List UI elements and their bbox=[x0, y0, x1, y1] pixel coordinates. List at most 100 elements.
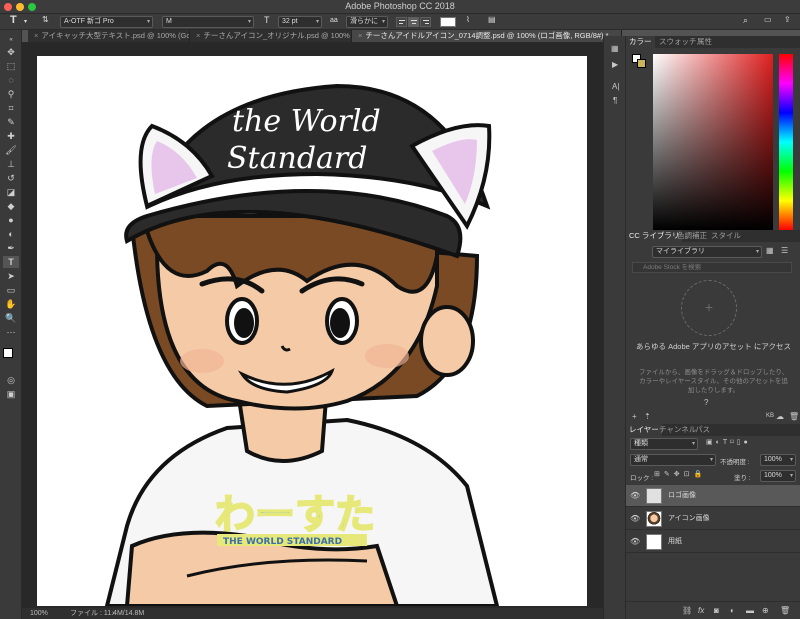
sync-icon[interactable]: ☁ bbox=[776, 412, 784, 421]
share-icon[interactable]: ⇪ bbox=[784, 15, 791, 24]
title-bar: Adobe Photoshop CC 2018 bbox=[0, 0, 800, 14]
tab-color[interactable]: カラー bbox=[626, 36, 655, 48]
layer-row[interactable]: 👁 アイコン画像 bbox=[626, 508, 800, 530]
delete-icon[interactable]: 🗑 bbox=[789, 412, 799, 421]
right-panels: カラー スウォッチ 属性 CC ライブラリ 色調補正 スタイル マイライブラリ ▾… bbox=[625, 36, 800, 619]
help-icon[interactable]: ? bbox=[704, 398, 708, 407]
document-tab[interactable]: × チーさんアイコン_オリジナル.psd @ 100% (... bbox=[190, 30, 352, 42]
character-panel-icon[interactable]: ▤ bbox=[488, 15, 496, 24]
magic-wand-tool-icon[interactable]: ⚲ bbox=[3, 88, 19, 100]
adobe-stock-search-input[interactable]: Adobe Stock を検索 bbox=[632, 262, 792, 273]
layer-row[interactable]: 👁 用紙 bbox=[626, 531, 800, 553]
type-tool-preset[interactable]: T bbox=[10, 14, 17, 26]
workspace-icon[interactable]: ▭ bbox=[764, 15, 772, 24]
eraser-tool-icon[interactable]: ◪ bbox=[3, 186, 19, 198]
opacity-field[interactable]: 100% ▾ bbox=[760, 454, 796, 466]
zoom-level[interactable]: 100% bbox=[30, 608, 48, 619]
more-tools-icon[interactable]: ⋯ bbox=[3, 326, 19, 338]
tab-adjustments[interactable]: 色調補正 bbox=[674, 230, 710, 242]
delete-layer-icon[interactable]: 🗑 bbox=[780, 606, 790, 615]
dodge-tool-icon[interactable]: ◐ bbox=[3, 228, 19, 240]
pen-tool-icon[interactable]: ✒ bbox=[3, 242, 19, 254]
layer-filter-icons[interactable]: ▣◐T⌑▯● bbox=[706, 438, 751, 446]
marquee-tool-icon[interactable]: ⬚ bbox=[3, 60, 19, 72]
layers-panel-header: レイヤー チャンネル パス bbox=[626, 424, 800, 436]
text-color-swatch[interactable] bbox=[440, 17, 456, 27]
library-select[interactable]: マイライブラリ ▾ bbox=[652, 246, 762, 258]
fill-label: 塗り : bbox=[734, 475, 751, 482]
history-brush-tool-icon[interactable]: ↺ bbox=[3, 172, 19, 184]
grid-view-icon[interactable]: ▦ bbox=[766, 246, 774, 255]
link-layers-icon[interactable]: ⛓ bbox=[682, 606, 692, 615]
close-tab-icon[interactable]: × bbox=[34, 31, 38, 40]
hand-tool-icon[interactable]: ✋ bbox=[3, 298, 19, 310]
actions-play-icon[interactable]: ▶ bbox=[612, 60, 618, 69]
brush-tool-icon[interactable]: 🖌 bbox=[3, 144, 19, 156]
lock-label: ロック : bbox=[630, 475, 654, 482]
move-tool-icon[interactable]: ✥ bbox=[3, 46, 19, 58]
font-style-select[interactable]: M ▾ bbox=[162, 16, 254, 28]
visibility-eye-icon[interactable]: 👁 bbox=[630, 531, 640, 553]
status-bar: 100% ファイル : 11.4M/14.8M › bbox=[22, 608, 622, 619]
crop-tool-icon[interactable]: ⌗ bbox=[3, 102, 19, 114]
quick-mask-icon[interactable]: ◎ bbox=[3, 374, 19, 386]
document-tab[interactable]: × アイキャッチ大型テキスト.psd @ 100% (Goo... bbox=[28, 30, 190, 42]
tab-swatches[interactable]: スウォッチ bbox=[656, 36, 700, 48]
visibility-eye-icon[interactable]: 👁 bbox=[630, 508, 640, 530]
new-group-icon[interactable]: ▬ bbox=[746, 606, 754, 615]
hue-slider[interactable] bbox=[779, 54, 793, 230]
visibility-eye-icon[interactable]: 👁 bbox=[630, 485, 640, 507]
warp-text-icon[interactable]: ⌇ bbox=[466, 15, 470, 24]
align-center-button[interactable] bbox=[408, 17, 419, 27]
path-selection-tool-icon[interactable]: ➤ bbox=[3, 270, 19, 282]
tab-properties[interactable]: 属性 bbox=[694, 36, 715, 48]
background-color-swatch[interactable] bbox=[637, 59, 646, 68]
healing-brush-tool-icon[interactable]: ✚ bbox=[3, 130, 19, 142]
character-panel-icon[interactable]: A| bbox=[612, 82, 619, 91]
clone-stamp-tool-icon[interactable]: ⊥ bbox=[3, 158, 19, 170]
tab-paths[interactable]: パス bbox=[692, 424, 713, 436]
adjustment-layer-icon[interactable]: ◐ bbox=[730, 606, 735, 615]
search-icon[interactable]: ⌕ bbox=[743, 15, 748, 26]
font-size-field[interactable]: 32 pt ▾ bbox=[278, 16, 322, 28]
color-field[interactable] bbox=[653, 54, 773, 230]
lasso-tool-icon[interactable]: ◌ bbox=[3, 74, 19, 86]
blend-mode-select[interactable]: 通常 ▾ bbox=[630, 454, 716, 466]
layer-filter-select[interactable]: 種類 ▾ bbox=[630, 438, 698, 450]
layer-name: ロゴ画像 bbox=[668, 492, 696, 499]
upload-icon[interactable]: ⇡ bbox=[644, 412, 651, 421]
paragraph-panel-icon[interactable]: ¶ bbox=[613, 96, 617, 105]
fill-field[interactable]: 100% ▾ bbox=[760, 470, 796, 482]
document-tab-active[interactable]: × チーさんアイドルアイコン_0714調整.psd @ 100% (ロゴ画像, R… bbox=[352, 30, 622, 42]
close-tab-icon[interactable]: × bbox=[196, 31, 200, 40]
list-view-icon[interactable]: ☰ bbox=[781, 246, 788, 255]
file-info: ファイル : 11.4M/14.8M bbox=[70, 610, 145, 617]
text-orientation-icon[interactable]: ⇅ bbox=[42, 15, 49, 24]
screen-mode-icon[interactable]: ▣ bbox=[3, 388, 19, 400]
align-right-button[interactable] bbox=[420, 17, 431, 27]
align-left-button[interactable] bbox=[396, 17, 407, 27]
layer-thumbnail bbox=[646, 534, 662, 550]
blur-tool-icon[interactable]: ● bbox=[3, 214, 19, 226]
add-mask-icon[interactable]: ◙ bbox=[714, 606, 719, 615]
type-tool-icon[interactable]: T bbox=[3, 256, 19, 268]
add-asset-icon[interactable]: + bbox=[632, 412, 637, 421]
preset-dropdown-icon[interactable]: ▾ bbox=[24, 18, 27, 25]
status-menu-icon[interactable]: › bbox=[112, 608, 114, 619]
collapse-icon[interactable]: « bbox=[3, 34, 19, 46]
layer-row[interactable]: 👁 ロゴ画像 bbox=[626, 485, 800, 507]
font-family-select[interactable]: A-OTF 新ゴ Pro ▾ bbox=[60, 16, 153, 28]
lock-icons[interactable]: ⊞✎✥⊡🔒 bbox=[654, 470, 706, 478]
paint-bucket-tool-icon[interactable]: ◆ bbox=[3, 200, 19, 212]
eyedropper-tool-icon[interactable]: ✎ bbox=[3, 116, 19, 128]
rectangle-tool-icon[interactable]: ▭ bbox=[3, 284, 19, 296]
antialias-select[interactable]: 滑らかに ▾ bbox=[346, 16, 388, 28]
layer-style-icon[interactable]: fx bbox=[698, 606, 704, 615]
history-panel-icon[interactable]: ▦ bbox=[611, 44, 619, 53]
tab-styles[interactable]: スタイル bbox=[708, 230, 744, 242]
close-tab-icon[interactable]: × bbox=[358, 31, 362, 40]
zoom-tool-icon[interactable]: 🔍 bbox=[3, 312, 19, 324]
foreground-color-swatch[interactable] bbox=[3, 348, 13, 358]
new-layer-icon[interactable]: ⊕ bbox=[762, 606, 769, 615]
canvas[interactable]: the World Standard わーすた THE WORLD STANDA… bbox=[37, 56, 587, 606]
